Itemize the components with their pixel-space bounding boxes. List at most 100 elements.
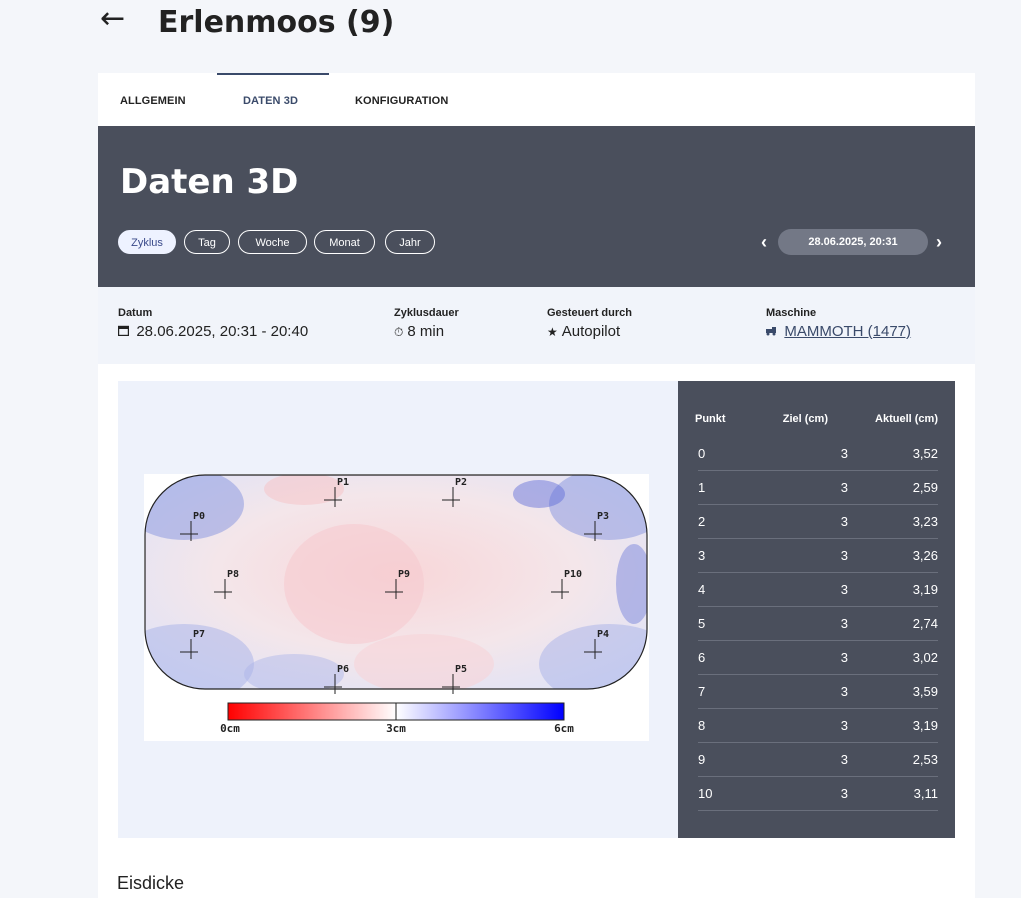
point-label: P0 xyxy=(193,511,206,522)
table-row: 10 3 3,11 xyxy=(698,776,938,811)
table-row: 9 3 2,53 xyxy=(698,742,938,777)
info-label: Zyklusdauer xyxy=(394,307,459,319)
cell-aktuell: 3,02 xyxy=(912,650,938,665)
table-header-aktuell: Aktuell (cm) xyxy=(875,413,938,425)
chevron-left-icon[interactable]: ‹ xyxy=(761,230,767,254)
cell-ziel: 3 xyxy=(840,650,848,665)
period-monat[interactable]: Monat xyxy=(314,230,375,254)
period-jahr[interactable]: Jahr xyxy=(385,230,435,254)
section-title-eisdicke: Eisdicke xyxy=(117,873,185,893)
table-row: 0 3 3,52 xyxy=(698,436,938,471)
point-label: P6 xyxy=(337,664,350,675)
cell-punkt: 2 xyxy=(698,514,706,529)
cell-ziel: 3 xyxy=(840,616,848,631)
content-card: ALLGEMEIN DATEN 3D KONFIGURATION Daten 3… xyxy=(98,73,975,898)
table-row: 1 3 2,59 xyxy=(698,470,938,505)
cycle-info: Datum 28.06.2025, 20:31 - 20:40 Zyklusda… xyxy=(98,287,975,364)
chevron-right-icon[interactable]: › xyxy=(936,230,942,254)
tab-konfiguration[interactable]: KONFIGURATION xyxy=(355,95,448,107)
cell-ziel: 3 xyxy=(840,718,848,733)
point-label: P2 xyxy=(455,477,468,488)
ice-thickness-map: P1 P2 P0 P3 P8 P9 P10 P7 P4 P6 P5 0cm 3c… xyxy=(144,474,649,741)
info-value: 8 min xyxy=(407,323,445,340)
cell-ziel: 3 xyxy=(840,684,848,699)
date-selector[interactable]: 28.06.2025, 20:31 xyxy=(778,229,928,255)
cell-punkt: 3 xyxy=(698,548,706,563)
cell-aktuell: 3,26 xyxy=(912,548,938,563)
info-value: 28.06.2025, 20:31 - 20:40 xyxy=(136,323,309,340)
table-row: 3 3 3,26 xyxy=(698,538,938,573)
point-label: P4 xyxy=(597,629,610,640)
cell-ziel: 3 xyxy=(840,752,848,767)
cell-punkt: 9 xyxy=(698,752,706,767)
cell-ziel: 3 xyxy=(840,548,848,563)
vehicle-icon xyxy=(766,325,780,339)
ice-heatmap xyxy=(144,474,648,721)
cell-ziel: 3 xyxy=(840,514,848,529)
period-tag[interactable]: Tag xyxy=(184,230,230,254)
cell-punkt: 8 xyxy=(698,718,706,733)
table-row: 5 3 2,74 xyxy=(698,606,938,641)
cell-ziel: 3 xyxy=(840,480,848,495)
table-header-ziel: Ziel (cm) xyxy=(782,413,828,425)
cell-aktuell: 2,74 xyxy=(912,616,938,631)
top-bar: ← Erlenmoos (9) xyxy=(0,0,1021,48)
cell-aktuell: 3,52 xyxy=(912,446,938,461)
timer-icon: ⏱ xyxy=(394,325,404,339)
page-title: Erlenmoos (9) xyxy=(158,5,395,40)
info-label: Gesteuert durch xyxy=(547,307,632,319)
point-label: P5 xyxy=(455,664,468,675)
scale-label-mid: 3cm xyxy=(386,722,406,735)
cell-punkt: 1 xyxy=(698,480,706,495)
measurement-table: Punkt Ziel (cm) Aktuell (cm) 0 3 3,52 1 … xyxy=(678,381,955,838)
info-maschine: Maschine MAMMOTH (1477) xyxy=(766,307,911,340)
tab-allgemein[interactable]: ALLGEMEIN xyxy=(120,95,186,107)
machine-link[interactable]: MAMMOTH (1477) xyxy=(784,323,911,340)
cell-aktuell: 3,23 xyxy=(912,514,938,529)
cell-ziel: 3 xyxy=(840,582,848,597)
cell-ziel: 3 xyxy=(840,446,848,461)
info-label: Maschine xyxy=(766,307,817,319)
active-tab-indicator xyxy=(217,73,329,75)
tab-bar: ALLGEMEIN DATEN 3D KONFIGURATION xyxy=(98,73,975,127)
point-label: P7 xyxy=(193,629,206,640)
cell-punkt: 4 xyxy=(698,582,706,597)
table-row: 7 3 3,59 xyxy=(698,674,938,709)
cell-punkt: 7 xyxy=(698,684,706,699)
cell-punkt: 10 xyxy=(698,786,713,801)
point-label: P10 xyxy=(564,569,583,580)
star-icon: ★ xyxy=(547,325,558,339)
calendar-icon xyxy=(117,325,132,339)
cell-aktuell: 2,53 xyxy=(912,752,938,767)
info-datum: Datum 28.06.2025, 20:31 - 20:40 xyxy=(117,307,309,340)
info-gesteuert: Gesteuert durch ★ Autopilot xyxy=(547,307,632,340)
table-header-punkt: Punkt xyxy=(695,413,726,425)
cell-punkt: 0 xyxy=(698,446,706,461)
point-label: P3 xyxy=(597,511,610,522)
cell-aktuell: 3,59 xyxy=(912,684,938,699)
section-heading: Daten 3D xyxy=(120,162,299,202)
period-woche[interactable]: Woche xyxy=(238,230,307,254)
cell-ziel: 3 xyxy=(840,786,848,801)
info-value: Autopilot xyxy=(561,323,621,340)
back-arrow-icon[interactable]: ← xyxy=(100,4,125,34)
scale-label-max: 6cm xyxy=(554,722,574,735)
info-dauer: Zyklusdauer ⏱ 8 min xyxy=(394,307,459,340)
point-label: P8 xyxy=(227,569,240,580)
table-row: 2 3 3,23 xyxy=(698,504,938,539)
table-row: 4 3 3,19 xyxy=(698,572,938,607)
table-row: 8 3 3,19 xyxy=(698,708,938,743)
ice-map-panel: P1 P2 P0 P3 P8 P9 P10 P7 P4 P6 P5 0cm 3c… xyxy=(118,381,678,838)
point-label: P9 xyxy=(398,569,411,580)
point-label: P1 xyxy=(337,477,350,488)
cell-aktuell: 2,59 xyxy=(912,480,938,495)
cell-punkt: 5 xyxy=(698,616,706,631)
scale-label-min: 0cm xyxy=(220,722,240,735)
table-row: 6 3 3,02 xyxy=(698,640,938,675)
tab-daten-3d[interactable]: DATEN 3D xyxy=(243,95,298,107)
period-zyklus[interactable]: Zyklus xyxy=(118,230,176,254)
info-label: Datum xyxy=(118,307,153,319)
cell-aktuell: 3,19 xyxy=(912,718,938,733)
cell-aktuell: 3,19 xyxy=(912,582,938,597)
cell-punkt: 6 xyxy=(698,650,706,665)
